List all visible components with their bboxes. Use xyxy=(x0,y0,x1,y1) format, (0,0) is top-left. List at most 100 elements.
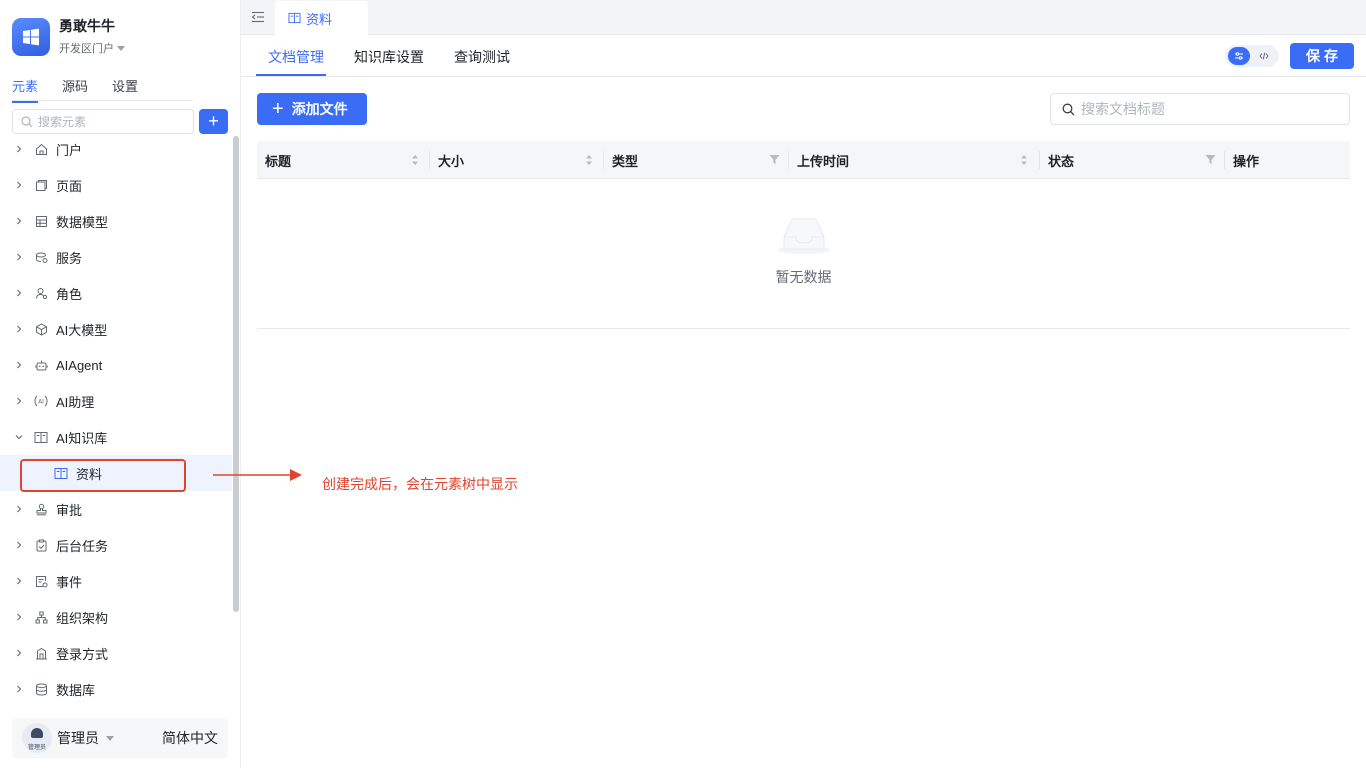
settings-sliders-icon[interactable] xyxy=(1228,47,1250,65)
tabs-divider xyxy=(12,100,193,101)
table-header: 标题 大小 类型 上传时间 状态 操作 xyxy=(257,141,1350,179)
tab-materials[interactable]: 资料 xyxy=(275,1,368,35)
tab-knowledge-base-settings[interactable]: 知识库设置 xyxy=(354,47,424,67)
tree-item-label: AI助理 xyxy=(56,394,95,410)
book-icon xyxy=(34,430,48,444)
tree-item-label: 登录方式 xyxy=(56,646,109,662)
sort-icon[interactable] xyxy=(1020,153,1028,167)
column-divider xyxy=(603,151,604,169)
chevron-right-icon[interactable] xyxy=(14,180,24,190)
tree-item-event[interactable]: 事件 xyxy=(0,563,232,599)
element-search-input[interactable] xyxy=(38,114,188,129)
user-silhouette-icon xyxy=(31,728,43,738)
column-header-status[interactable]: 状态 xyxy=(1048,141,1074,179)
tree-item-label: 事件 xyxy=(56,574,83,590)
tree-item-label: 后台任务 xyxy=(56,538,109,554)
org-icon xyxy=(34,610,48,624)
filter-icon[interactable] xyxy=(769,154,780,165)
role-icon xyxy=(34,286,48,300)
caret-down-icon xyxy=(117,45,125,51)
tree-item-portal[interactable]: 门户 xyxy=(0,131,232,167)
column-header-type[interactable]: 类型 xyxy=(612,141,638,179)
chevron-down-icon[interactable] xyxy=(14,432,24,442)
empty-inbox-icon xyxy=(777,218,831,254)
tree-item-label: 审批 xyxy=(56,502,83,518)
chevron-right-icon[interactable] xyxy=(14,504,24,514)
chevron-right-icon[interactable] xyxy=(14,540,24,550)
app-window: 勇敢牛牛 开发区门户 元素 源码 设置 + 门户 xyxy=(0,0,1366,768)
tree-item-data-model[interactable]: 数据模型 xyxy=(0,203,232,239)
filter-icon[interactable] xyxy=(1205,154,1216,165)
tree-item-ai-knowledge-base[interactable]: AI知识库 xyxy=(0,419,232,455)
annotation-text: 创建完成后，会在元素树中显示 xyxy=(322,476,518,492)
home-icon xyxy=(34,142,48,156)
tree-item-organization[interactable]: 组织架构 xyxy=(0,599,232,635)
tree-item-service[interactable]: 服务 xyxy=(0,239,232,275)
app-logo-icon xyxy=(12,17,50,56)
language-selector[interactable]: 简体中文 xyxy=(162,728,218,748)
service-icon xyxy=(34,250,48,264)
chevron-right-icon[interactable] xyxy=(14,252,24,262)
code-icon[interactable] xyxy=(1253,47,1275,65)
portal-selector[interactable]: 开发区门户 xyxy=(59,40,125,56)
tree-item-label: 数据库 xyxy=(56,682,96,698)
column-divider xyxy=(1224,151,1225,169)
caret-down-icon[interactable] xyxy=(106,735,114,741)
chevron-right-icon[interactable] xyxy=(14,576,24,586)
chevron-right-icon[interactable] xyxy=(14,612,24,622)
page-icon xyxy=(34,178,48,192)
tab-document-management[interactable]: 文档管理 xyxy=(268,47,324,67)
column-divider xyxy=(1039,151,1040,169)
sidebar-scrollbar[interactable] xyxy=(233,136,239,612)
tab-query-test[interactable]: 查询测试 xyxy=(454,47,510,67)
document-search xyxy=(1050,93,1350,125)
tab-elements[interactable]: 元素 xyxy=(12,76,39,103)
tree-item-approval[interactable]: 审批 xyxy=(0,491,232,527)
column-header-size[interactable]: 大小 xyxy=(438,141,464,179)
user-name[interactable]: 管理员 xyxy=(57,728,99,748)
page-tab-bar: 资料 xyxy=(241,0,1366,35)
portal-label: 开发区门户 xyxy=(59,43,114,55)
tab-source[interactable]: 源码 xyxy=(62,76,88,103)
sort-icon[interactable] xyxy=(585,153,593,167)
column-divider xyxy=(788,151,789,169)
mode-toggle xyxy=(1225,45,1279,67)
event-icon xyxy=(34,574,48,588)
avatar[interactable]: 管理员 xyxy=(22,723,52,753)
annotation-highlight-box xyxy=(20,459,186,492)
add-file-button[interactable]: + 添加文件 xyxy=(257,93,367,125)
tree-item-pages[interactable]: 页面 xyxy=(0,167,232,203)
chevron-right-icon[interactable] xyxy=(14,648,24,658)
tree-item-role[interactable]: 角色 xyxy=(0,275,232,311)
chevron-right-icon[interactable] xyxy=(14,684,24,694)
tree-item-label: 页面 xyxy=(56,178,83,194)
chevron-right-icon[interactable] xyxy=(14,396,24,406)
tree-item-database[interactable]: 数据库 xyxy=(0,671,232,707)
app-name: 勇敢牛牛 xyxy=(59,18,115,34)
tab-settings[interactable]: 设置 xyxy=(112,76,138,103)
chevron-right-icon[interactable] xyxy=(14,324,24,334)
element-tree: 门户 页面 数据模型 服务 角色 AI大模型 AIAgent AI AI助理 A… xyxy=(0,131,232,707)
sidebar: 勇敢牛牛 开发区门户 元素 源码 设置 + 门户 xyxy=(0,0,241,768)
collapse-sidebar-icon[interactable] xyxy=(251,10,265,24)
save-button[interactable]: 保存 xyxy=(1290,43,1354,69)
chevron-right-icon[interactable] xyxy=(14,144,24,154)
column-header-upload-time[interactable]: 上传时间 xyxy=(797,141,849,179)
login-icon xyxy=(34,646,48,660)
tree-item-label: 门户 xyxy=(56,142,83,158)
stamp-icon xyxy=(34,502,48,516)
tree-item-ai-assistant[interactable]: AI AI助理 xyxy=(0,383,232,419)
database-icon xyxy=(34,682,48,696)
tree-item-label: 数据模型 xyxy=(56,214,109,230)
tree-item-label: 组织架构 xyxy=(56,610,109,626)
chevron-right-icon[interactable] xyxy=(14,360,24,370)
tree-item-background-task[interactable]: 后台任务 xyxy=(0,527,232,563)
sort-icon[interactable] xyxy=(411,153,419,167)
chevron-right-icon[interactable] xyxy=(14,288,24,298)
document-search-input[interactable] xyxy=(1081,101,1341,117)
chevron-right-icon[interactable] xyxy=(14,216,24,226)
tree-item-login-method[interactable]: 登录方式 xyxy=(0,635,232,671)
tree-item-ai-model[interactable]: AI大模型 xyxy=(0,311,232,347)
column-header-title[interactable]: 标题 xyxy=(265,141,291,179)
tree-item-ai-agent[interactable]: AIAgent xyxy=(0,347,232,383)
